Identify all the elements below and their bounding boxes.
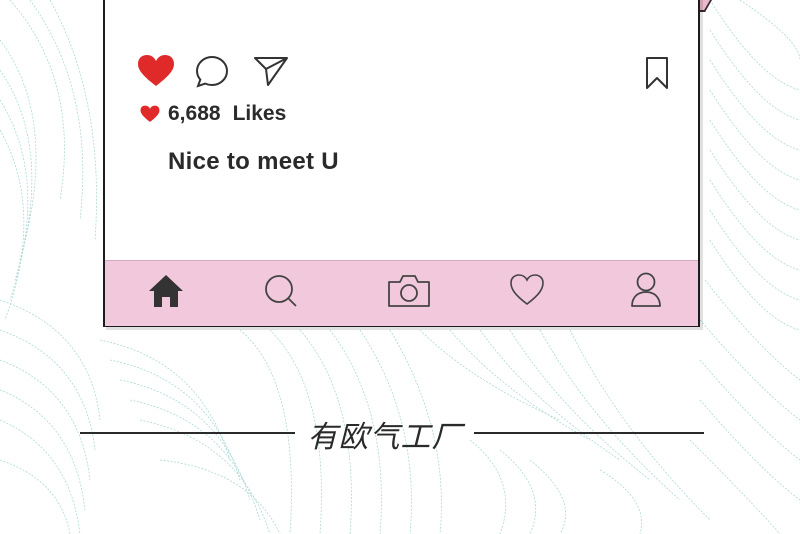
camera-icon[interactable] bbox=[387, 273, 431, 309]
share-icon[interactable] bbox=[253, 55, 289, 87]
likes-row: 6,688 Likes bbox=[140, 100, 286, 128]
post-caption: Nice to meet U bbox=[168, 148, 339, 175]
heart-icon[interactable] bbox=[137, 54, 175, 88]
divider-left bbox=[80, 432, 295, 434]
brand-logo: 有欧气工厂 bbox=[307, 420, 463, 455]
heart-outline-icon[interactable] bbox=[509, 273, 545, 307]
bottom-tab-bar bbox=[105, 260, 698, 326]
home-icon[interactable] bbox=[147, 273, 185, 309]
divider-right bbox=[474, 432, 704, 434]
likes-count[interactable]: 6,688 bbox=[168, 102, 221, 126]
heart-icon bbox=[140, 105, 160, 123]
likes-label[interactable]: Likes bbox=[233, 102, 287, 126]
search-icon[interactable] bbox=[263, 273, 299, 309]
comment-icon[interactable] bbox=[195, 55, 229, 89]
profile-icon[interactable] bbox=[629, 271, 663, 309]
bookmark-icon[interactable] bbox=[645, 56, 669, 90]
